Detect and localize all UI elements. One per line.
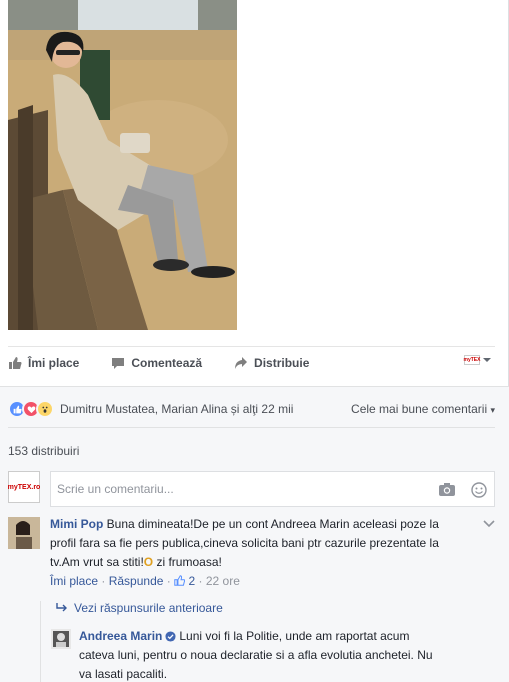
comment-text-line3: tv.Am vrut sa stiti! <box>50 555 144 569</box>
verified-badge-icon <box>165 631 176 642</box>
separator-dot: · <box>166 574 171 588</box>
comment-like-count[interactable]: 2 <box>174 574 198 588</box>
post-card: Îmi place Comentează Distribuie myTEX Du… <box>0 0 509 682</box>
comment-time[interactable]: 22 ore <box>206 574 240 588</box>
comment-body: Mimi Pop Buna dimineata!De pe un cont An… <box>50 515 480 591</box>
like-button[interactable]: Îmi place <box>8 356 79 370</box>
post-as-selector[interactable]: myTEX <box>464 355 491 365</box>
photo-illustration <box>8 0 237 330</box>
reply-text-line3: va lasati pacaliti. <box>79 667 168 681</box>
comment-sort-label: Cele mai bune comentarii <box>351 402 488 416</box>
comment-composer: myTEX.ro Scrie un comentariu... <box>8 471 495 507</box>
post-action-bar: Îmi place Comentează Distribuie myTEX <box>8 346 495 379</box>
reaction-icons <box>8 400 54 418</box>
comment-button[interactable]: Comentează <box>111 356 202 370</box>
reply-arrow-icon <box>56 603 67 612</box>
view-previous-replies-label: Vezi răspunsurile anterioare <box>74 601 223 615</box>
caret-down-icon: ▾ <box>490 405 495 415</box>
comments-section: Dumitru Mustatea, Marian Alina și alţi 2… <box>0 386 509 682</box>
comment-button-label: Comentează <box>131 356 203 370</box>
comment-bubble-icon <box>112 358 125 369</box>
like-button-label: Îmi place <box>28 356 80 370</box>
composer-avatar: myTEX.ro <box>8 471 40 503</box>
page-logo-icon: myTEX <box>463 355 481 365</box>
reply-author-avatar[interactable] <box>51 629 71 649</box>
reactions-summary[interactable]: Dumitru Mustatea, Marian Alina și alţi 2… <box>8 400 495 418</box>
share-arrow-icon <box>235 357 248 369</box>
divider <box>8 427 495 428</box>
wow-reaction-icon <box>36 400 54 418</box>
reply-thread-line <box>40 601 41 682</box>
view-previous-replies[interactable]: Vezi răspunsurile anterioare <box>56 601 223 615</box>
comment-like-link[interactable]: Îmi place <box>50 574 98 588</box>
reply-text-line1: Luni voi fi la Politie, unde am raportat… <box>179 629 410 643</box>
comment-meta: Îmi place · Răspunde · 2 · 22 ore <box>50 572 480 591</box>
thumbs-up-icon <box>9 357 22 369</box>
chevron-down-icon <box>483 358 491 362</box>
share-button-label: Distribuie <box>254 356 310 370</box>
share-button[interactable]: Distribuie <box>234 356 309 370</box>
reply-body: Andreea Marin Luni voi fi la Politie, und… <box>79 627 489 682</box>
camera-icon[interactable] <box>439 482 455 499</box>
reply-author[interactable]: Andreea Marin <box>79 629 162 643</box>
post-photo[interactable] <box>8 0 237 330</box>
reaction-names[interactable]: Dumitru Mustatea, Marian Alina și alţi 2… <box>60 402 293 416</box>
comment-text-line1: Buna dimineata!De pe un cont Andreea Mar… <box>103 517 439 531</box>
emoji-icon[interactable] <box>471 482 487 501</box>
emoji-glyph: O <box>143 555 154 569</box>
comment-reply-link[interactable]: Răspunde <box>109 574 164 588</box>
thumbs-up-icon <box>174 575 186 586</box>
separator-dot: · <box>198 574 203 588</box>
comment-input[interactable]: Scrie un comentariu... <box>50 471 495 507</box>
commenter-avatar[interactable] <box>8 517 40 549</box>
comment-author[interactable]: Mimi Pop <box>50 517 103 531</box>
share-count[interactable]: 153 distribuiri <box>8 444 79 458</box>
comment-text-line3b: zi frumoasa! <box>153 555 222 569</box>
comment-text-line2: profil fara sa fie pers publica,cineva s… <box>50 536 439 550</box>
comment-options-icon[interactable] <box>483 517 495 531</box>
reply-text-line2: cateva luni, pentru o noua declaratie si… <box>79 648 433 662</box>
comment-input-placeholder: Scrie un comentariu... <box>57 482 174 496</box>
comment-sort-dropdown[interactable]: Cele mai bune comentarii ▾ <box>351 402 495 416</box>
separator-dot: · <box>101 574 106 588</box>
